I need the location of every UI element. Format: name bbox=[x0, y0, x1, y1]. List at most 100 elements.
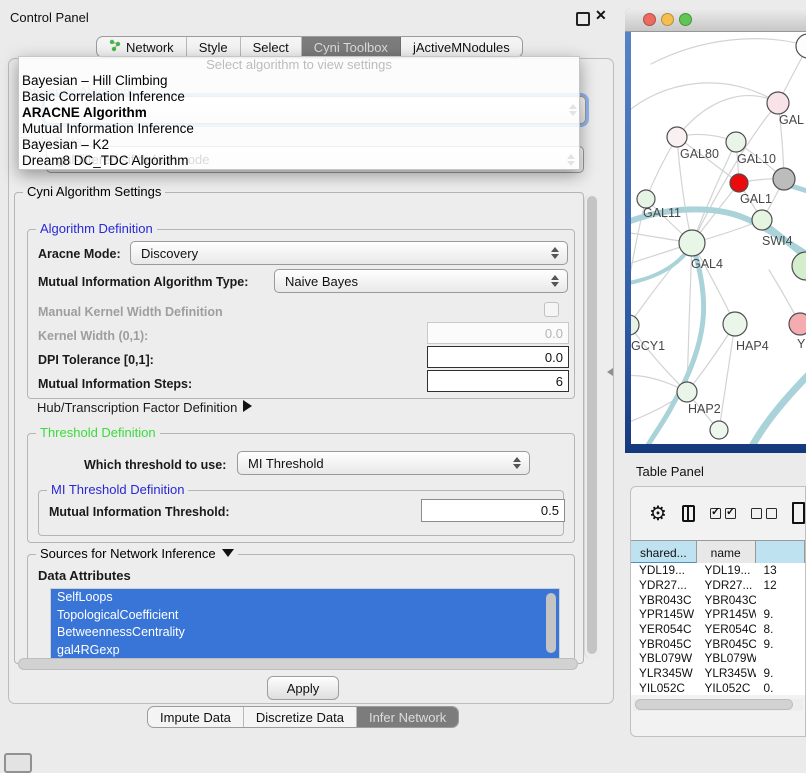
mac-close-icon[interactable] bbox=[643, 13, 656, 26]
node-gal11-label: GAL11 bbox=[643, 206, 681, 220]
algorithm-option-bayesian-hill-climbing[interactable]: Bayesian – Hill Climbing bbox=[19, 73, 579, 89]
node-hap2[interactable] bbox=[677, 382, 697, 402]
tab-style[interactable]: Style bbox=[187, 37, 241, 57]
mac-zoom-icon[interactable] bbox=[679, 13, 692, 26]
table-row[interactable]: YER054CYER054C8. bbox=[631, 622, 805, 637]
algorithm-option-dream8-dc-tdc-algorithm[interactable]: Dream8 DC_TDC Algorithm bbox=[19, 153, 579, 169]
network-window-titlebar[interactable] bbox=[625, 8, 806, 32]
algorithm-option-bayesian-k2[interactable]: Bayesian – K2 bbox=[19, 137, 579, 153]
table-toolbar bbox=[631, 487, 805, 539]
document-icon[interactable] bbox=[792, 502, 805, 524]
node-top[interactable] bbox=[796, 34, 806, 58]
threshold-definition-group: Threshold Definition Which threshold to … bbox=[27, 433, 575, 543]
mi-threshold-input[interactable] bbox=[421, 499, 565, 522]
table-row[interactable]: YDL19...YDL19...13 bbox=[631, 563, 805, 578]
tab-discretize-data[interactable]: Discretize Data bbox=[244, 707, 357, 727]
tab-label: Network bbox=[126, 40, 174, 55]
node-gcy1[interactable] bbox=[631, 315, 639, 335]
splitter-collapse-icon[interactable] bbox=[607, 368, 613, 376]
tab-cyni-toolbox[interactable]: Cyni Toolbox bbox=[302, 37, 401, 57]
list-scrollbar-thumb[interactable] bbox=[546, 593, 556, 653]
node-swi4-label: SWI4 bbox=[762, 234, 793, 248]
sources-title[interactable]: Sources for Network Inference bbox=[36, 546, 238, 561]
network-edge bbox=[719, 324, 735, 430]
column-header-shared[interactable]: shared... bbox=[631, 541, 697, 564]
table-cell: YIL052C bbox=[696, 681, 755, 695]
table-row[interactable]: YBL079WYBL079W bbox=[631, 651, 805, 666]
float-window-icon[interactable] bbox=[576, 12, 590, 26]
table-row[interactable]: YIL052CYIL052C0. bbox=[631, 681, 805, 696]
kernel-width-input[interactable] bbox=[427, 322, 569, 344]
mi-algorithm-type-combobox[interactable]: Naive Bayes bbox=[274, 269, 568, 293]
node-y-pink[interactable] bbox=[789, 313, 806, 335]
algorithm-option-mutual-information-inference[interactable]: Mutual Information Inference bbox=[19, 121, 579, 137]
algorithm-option-aracne-algorithm[interactable]: ARACNE Algorithm bbox=[19, 105, 579, 121]
dpi-tolerance-input[interactable] bbox=[427, 346, 569, 368]
gear-icon[interactable] bbox=[649, 501, 667, 526]
table-horizontal-scrollbar[interactable] bbox=[633, 699, 803, 711]
settings-vertical-scrollbar[interactable] bbox=[584, 194, 600, 659]
table-cell: YBL079W bbox=[696, 651, 755, 665]
mi-threshold-definition-group: MI Threshold Definition Mutual Informati… bbox=[38, 490, 564, 536]
algorithm-option-basic-correlation-inference[interactable]: Basic Correlation Inference bbox=[19, 89, 579, 105]
tab-select[interactable]: Select bbox=[241, 37, 302, 57]
settings-horizontal-scrollbar[interactable] bbox=[16, 658, 582, 671]
network-canvas[interactable]: GALGAL80GAL10GAL1SWI4GAL11GAL4GCY1HAP4YH… bbox=[631, 32, 806, 444]
data-attribute-topologicalcoefficient[interactable]: TopologicalCoefficient bbox=[51, 607, 559, 625]
apply-button[interactable]: Apply bbox=[267, 676, 339, 700]
node-gal80[interactable] bbox=[667, 127, 687, 147]
unchecked-pair-icon[interactable] bbox=[751, 508, 777, 519]
mac-minimize-icon[interactable] bbox=[661, 13, 674, 26]
table-cell: 12 bbox=[756, 578, 805, 592]
table-row[interactable]: YBR045CYBR045C9. bbox=[631, 636, 805, 651]
column-header-2[interactable] bbox=[756, 541, 805, 564]
node-gal-pink[interactable] bbox=[767, 92, 789, 114]
node-gal4[interactable] bbox=[679, 230, 705, 256]
settings-vscroll-thumb[interactable] bbox=[587, 196, 597, 654]
minimized-panel-button[interactable] bbox=[4, 753, 32, 773]
tab-infer-network[interactable]: Infer Network bbox=[357, 707, 458, 727]
node-gray[interactable] bbox=[773, 168, 795, 190]
algorithm-definition-group: Algorithm Definition Aracne Mode: Discov… bbox=[27, 229, 575, 399]
table-hscroll-thumb[interactable] bbox=[635, 699, 793, 710]
table-cell: YLR345W bbox=[696, 666, 755, 680]
columns-icon[interactable] bbox=[682, 505, 695, 522]
tab-label: Cyni Toolbox bbox=[314, 40, 388, 55]
network-edge bbox=[747, 360, 806, 444]
data-attribute-selfloops[interactable]: SelfLoops bbox=[51, 589, 559, 607]
table-cell: YBR043C bbox=[696, 593, 755, 607]
data-attribute-gal4rgexp[interactable]: gal4RGexp bbox=[51, 642, 559, 660]
cyni-bottom-tabbar: Impute DataDiscretize DataInfer Network bbox=[147, 706, 459, 728]
data-attribute-betweennesscentrality[interactable]: BetweennessCentrality bbox=[51, 624, 559, 642]
table-row[interactable]: YLR345WYLR345W9. bbox=[631, 666, 805, 681]
table-row[interactable]: YDR27...YDR27...12 bbox=[631, 578, 805, 593]
table-row[interactable]: YBR043CYBR043C bbox=[631, 592, 805, 607]
table-cell: YER054C bbox=[696, 622, 755, 636]
tab-impute-data[interactable]: Impute Data bbox=[148, 707, 244, 727]
tab-jactivemnodules[interactable]: jActiveMNodules bbox=[401, 37, 522, 57]
aracne-mode-combobox[interactable]: Discovery bbox=[130, 241, 568, 265]
mi-steps-input[interactable] bbox=[427, 370, 569, 392]
which-threshold-combobox[interactable]: MI Threshold bbox=[237, 451, 530, 475]
table-cell: YDL19... bbox=[696, 563, 755, 577]
tab-network[interactable]: Network bbox=[97, 37, 187, 57]
node-gal1[interactable] bbox=[730, 174, 748, 192]
node-hap4[interactable] bbox=[723, 312, 747, 336]
node-gal10[interactable] bbox=[726, 132, 746, 152]
tab-label: jActiveMNodules bbox=[413, 40, 510, 55]
node-hap4-label: HAP4 bbox=[736, 339, 769, 353]
close-panel-icon[interactable] bbox=[595, 7, 607, 24]
checked-pair-icon[interactable] bbox=[710, 508, 736, 519]
settings-hscroll-thumb[interactable] bbox=[18, 658, 578, 670]
node-green-right[interactable] bbox=[792, 252, 806, 280]
manual-kernel-width-checkbox[interactable] bbox=[544, 302, 559, 317]
network-edge bbox=[631, 254, 685, 284]
mi-steps-label: Mutual Information Steps: bbox=[38, 377, 192, 391]
node-bottom[interactable] bbox=[710, 421, 728, 439]
table-row[interactable]: YPR145WYPR145W9. bbox=[631, 607, 805, 622]
node-swi4[interactable] bbox=[752, 210, 772, 230]
table-cell: YBR045C bbox=[696, 637, 755, 651]
column-header-name[interactable]: name bbox=[697, 541, 756, 564]
node-gal4-label: GAL4 bbox=[691, 257, 723, 271]
hub-tf-definition-toggle[interactable]: Hub/Transcription Factor Definition bbox=[37, 399, 252, 417]
